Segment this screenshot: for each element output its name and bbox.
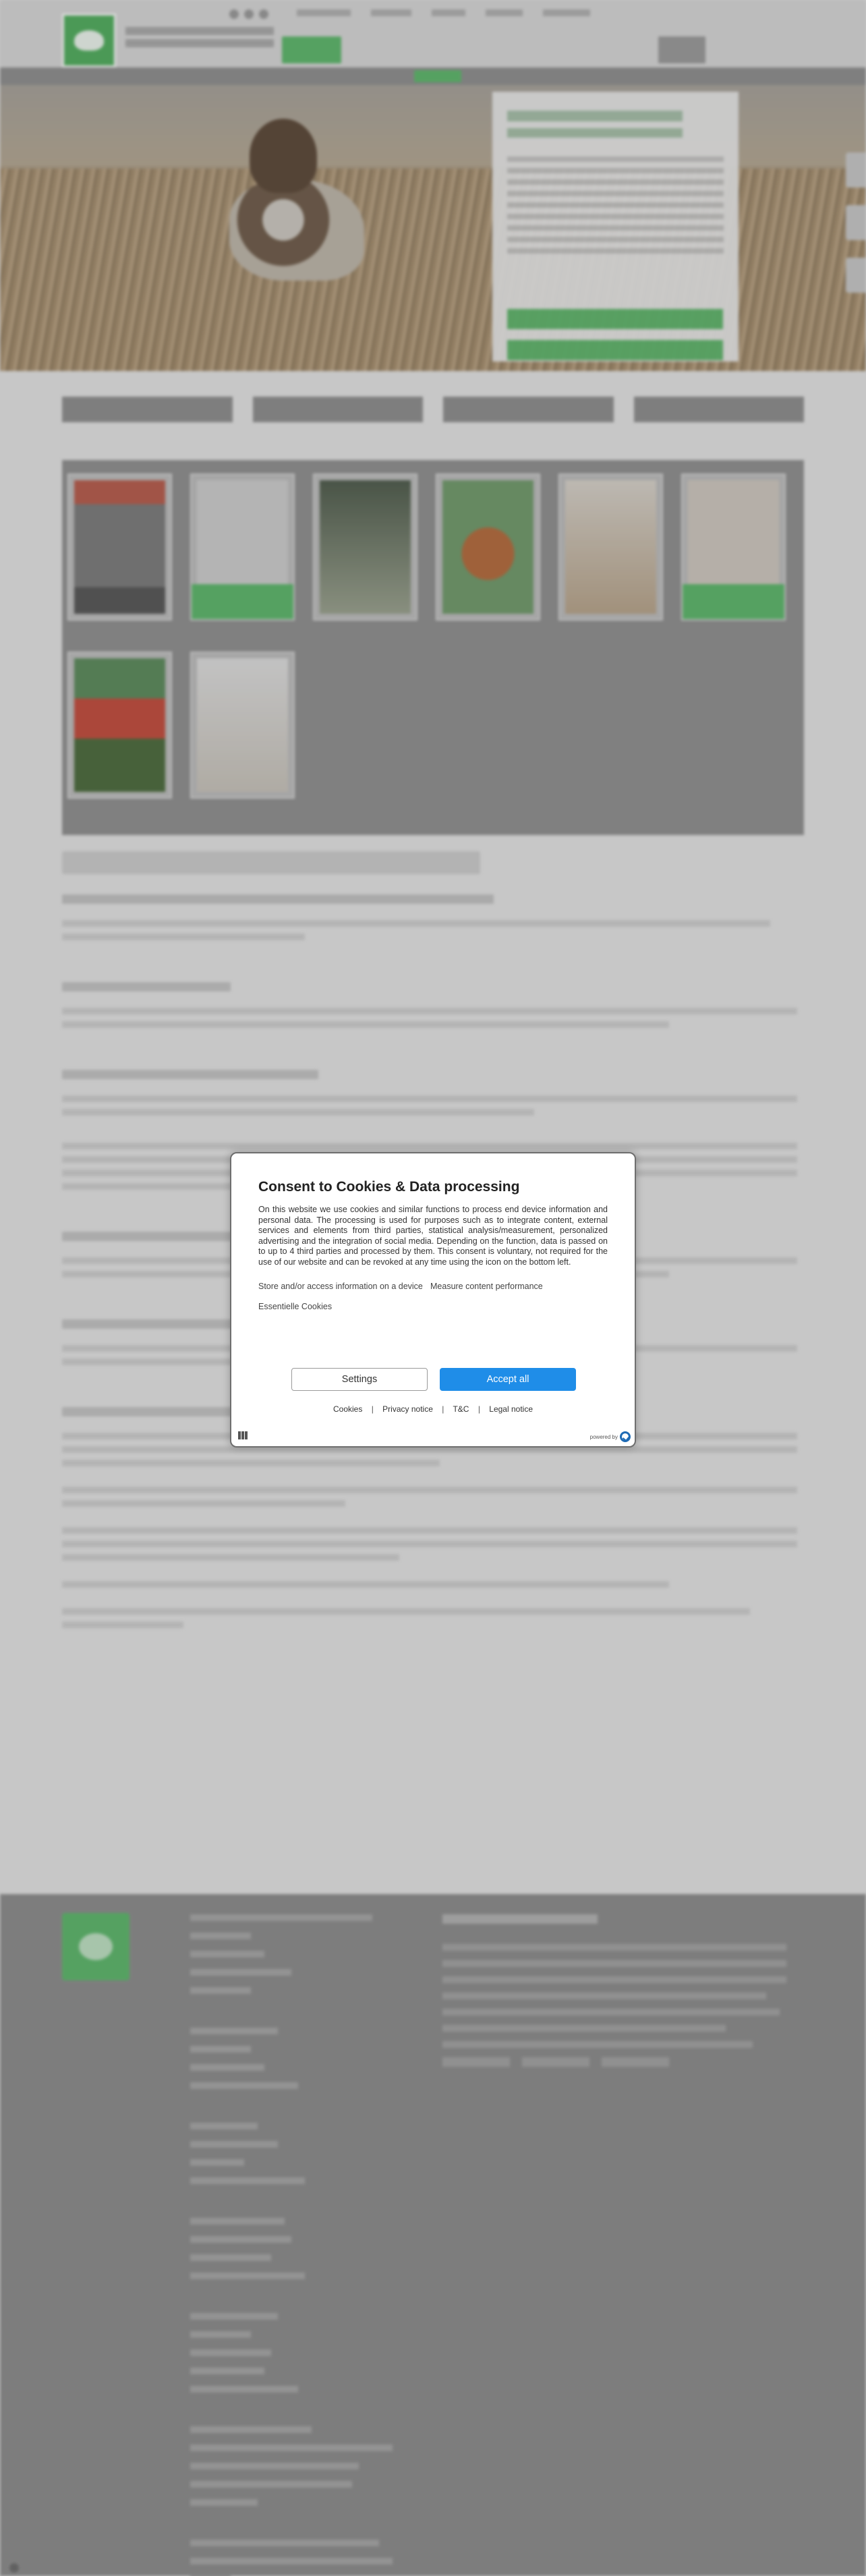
powered-by: powered by	[590, 1431, 631, 1442]
powered-by-label: powered by	[589, 1433, 618, 1440]
purpose-store-access[interactable]: Store and/or access information on a dev…	[258, 1281, 430, 1292]
privacy-notice-link[interactable]: Privacy notice	[382, 1404, 433, 1414]
cookies-link[interactable]: Cookies	[333, 1404, 362, 1414]
link-separator: |	[371, 1404, 374, 1414]
consent-dialog: Consent to Cookies & Data processing On …	[230, 1152, 636, 1448]
consent-description: On this website we use cookies and simil…	[258, 1205, 608, 1267]
accept-all-button[interactable]: Accept all	[440, 1368, 576, 1391]
settings-button[interactable]: Settings	[291, 1368, 428, 1391]
consent-buttons: Settings Accept all	[291, 1368, 576, 1391]
usercentrics-check-icon	[620, 1431, 631, 1442]
link-separator: |	[442, 1404, 444, 1414]
purpose-list: Store and/or access information on a dev…	[258, 1281, 608, 1312]
legal-notice-link[interactable]: Legal notice	[489, 1404, 533, 1414]
consent-title: Consent to Cookies & Data processing	[258, 1179, 520, 1195]
purpose-measure-performance[interactable]: Measure content performance	[430, 1281, 606, 1292]
link-separator: |	[478, 1404, 480, 1414]
purpose-essential-cookies[interactable]: Essentielle Cookies	[258, 1301, 430, 1312]
terms-link[interactable]: T&C	[453, 1404, 469, 1414]
usercentrics-logo-icon	[238, 1431, 249, 1439]
consent-links: Cookies | Privacy notice | T&C | Legal n…	[231, 1404, 635, 1414]
